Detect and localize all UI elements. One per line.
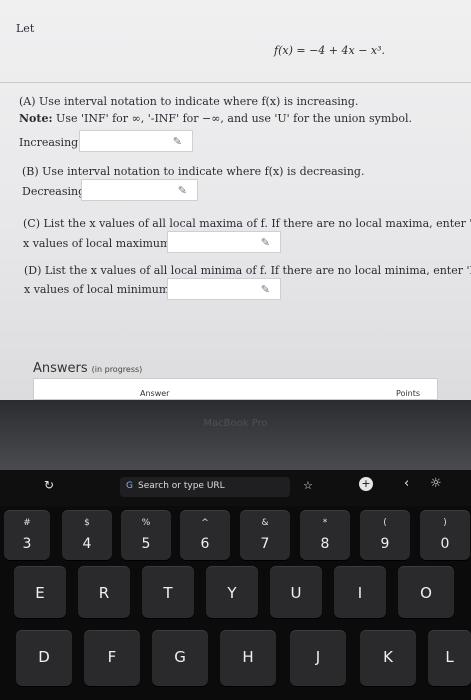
brightness-icon[interactable]: ☼ xyxy=(430,476,442,491)
answers-status: (in progress) xyxy=(91,365,143,374)
local-max-label: x values of local maximums = xyxy=(23,237,189,250)
key-o[interactable]: O xyxy=(398,566,454,618)
key-r[interactable]: R xyxy=(78,566,130,618)
note-label: Note: xyxy=(19,112,53,125)
key-7[interactable]: & 7 xyxy=(240,510,290,560)
pencil-icon: ✎ xyxy=(260,236,270,249)
answers-table-header: Answer Points xyxy=(33,378,438,400)
answer-column-header: Answer xyxy=(140,389,170,398)
key-0[interactable]: ) 0 xyxy=(420,510,470,560)
key-4[interactable]: $4 xyxy=(62,510,112,560)
answers-heading: Answers (in progress) xyxy=(33,361,142,376)
key-8[interactable]: * 8 xyxy=(300,510,350,560)
search-placeholder: Search or type URL xyxy=(138,481,225,491)
key-h[interactable]: H xyxy=(220,630,276,686)
key-6[interactable]: ^ 6 xyxy=(180,510,230,560)
part-b-question: (B) Use interval notation to indicate wh… xyxy=(22,165,365,178)
key-d[interactable]: D xyxy=(16,630,72,686)
browser-screen: Let f(x) = −4 + 4x − x³. (A) Use interva… xyxy=(0,0,471,400)
touchbar-search[interactable]: G Search or type URL xyxy=(120,477,290,497)
key-y[interactable]: Y xyxy=(206,566,258,618)
decreasing-label: Decreasing: xyxy=(22,185,89,198)
key-9[interactable]: (9 xyxy=(360,510,410,560)
key-3[interactable]: #3 xyxy=(4,510,50,560)
pencil-icon: ✎ xyxy=(260,283,270,296)
intro-text: Let xyxy=(16,22,35,35)
key-u[interactable]: U xyxy=(270,566,322,618)
local-max-input[interactable]: ✎ xyxy=(167,231,281,253)
decreasing-input[interactable]: ✎ xyxy=(81,179,198,201)
new-tab-plus-icon[interactable]: + xyxy=(359,477,373,491)
answers-title: Answers xyxy=(33,361,88,376)
laptop-bezel: MacBook Pro xyxy=(0,400,471,470)
points-column-header: Points xyxy=(396,389,421,398)
part-d-question: (D) List the x values of all local minim… xyxy=(24,264,471,277)
back-chevron-icon[interactable]: ‹ xyxy=(404,476,409,491)
local-min-label: x values of local minimums = xyxy=(24,283,188,296)
pencil-icon: ✎ xyxy=(172,135,182,148)
increasing-label: Increasing: xyxy=(19,136,82,149)
key-5[interactable]: % 5 xyxy=(121,510,171,560)
key-k[interactable]: K xyxy=(360,630,416,686)
key-j[interactable]: J xyxy=(290,630,346,686)
part-c-question: (C) List the x values of all local maxim… xyxy=(23,217,471,230)
bookmark-star-icon[interactable]: ☆ xyxy=(303,479,313,492)
touch-bar: ↻ G Search or type URL ☆ + ‹ ☼ xyxy=(0,470,471,506)
keyboard: #3 $4 % 5 ^ 6 & 7 * 8 (9 ) 0 E R T Y U I O D … xyxy=(0,506,471,700)
key-l[interactable]: L xyxy=(428,630,471,686)
brand-label: MacBook Pro xyxy=(203,418,268,429)
increasing-input[interactable]: ✎ xyxy=(79,130,193,152)
key-e[interactable]: E xyxy=(14,566,66,618)
section-divider xyxy=(0,82,471,83)
key-t[interactable]: T xyxy=(142,566,194,618)
pencil-icon: ✎ xyxy=(177,184,187,197)
note-text: Use 'INF' for ∞, '-INF' for −∞, and use … xyxy=(56,112,412,125)
key-g[interactable]: G xyxy=(152,630,208,686)
part-a-question: (A) Use interval notation to indicate wh… xyxy=(19,95,359,108)
key-f[interactable]: F xyxy=(84,630,140,686)
local-min-input[interactable]: ✎ xyxy=(167,278,281,300)
google-icon: G xyxy=(126,481,133,491)
function-definition: f(x) = −4 + 4x − x³. xyxy=(274,44,386,57)
part-a-note: Note: Use 'INF' for ∞, '-INF' for −∞, an… xyxy=(19,112,412,125)
key-i[interactable]: I xyxy=(334,566,386,618)
refresh-icon[interactable]: ↻ xyxy=(44,478,54,492)
